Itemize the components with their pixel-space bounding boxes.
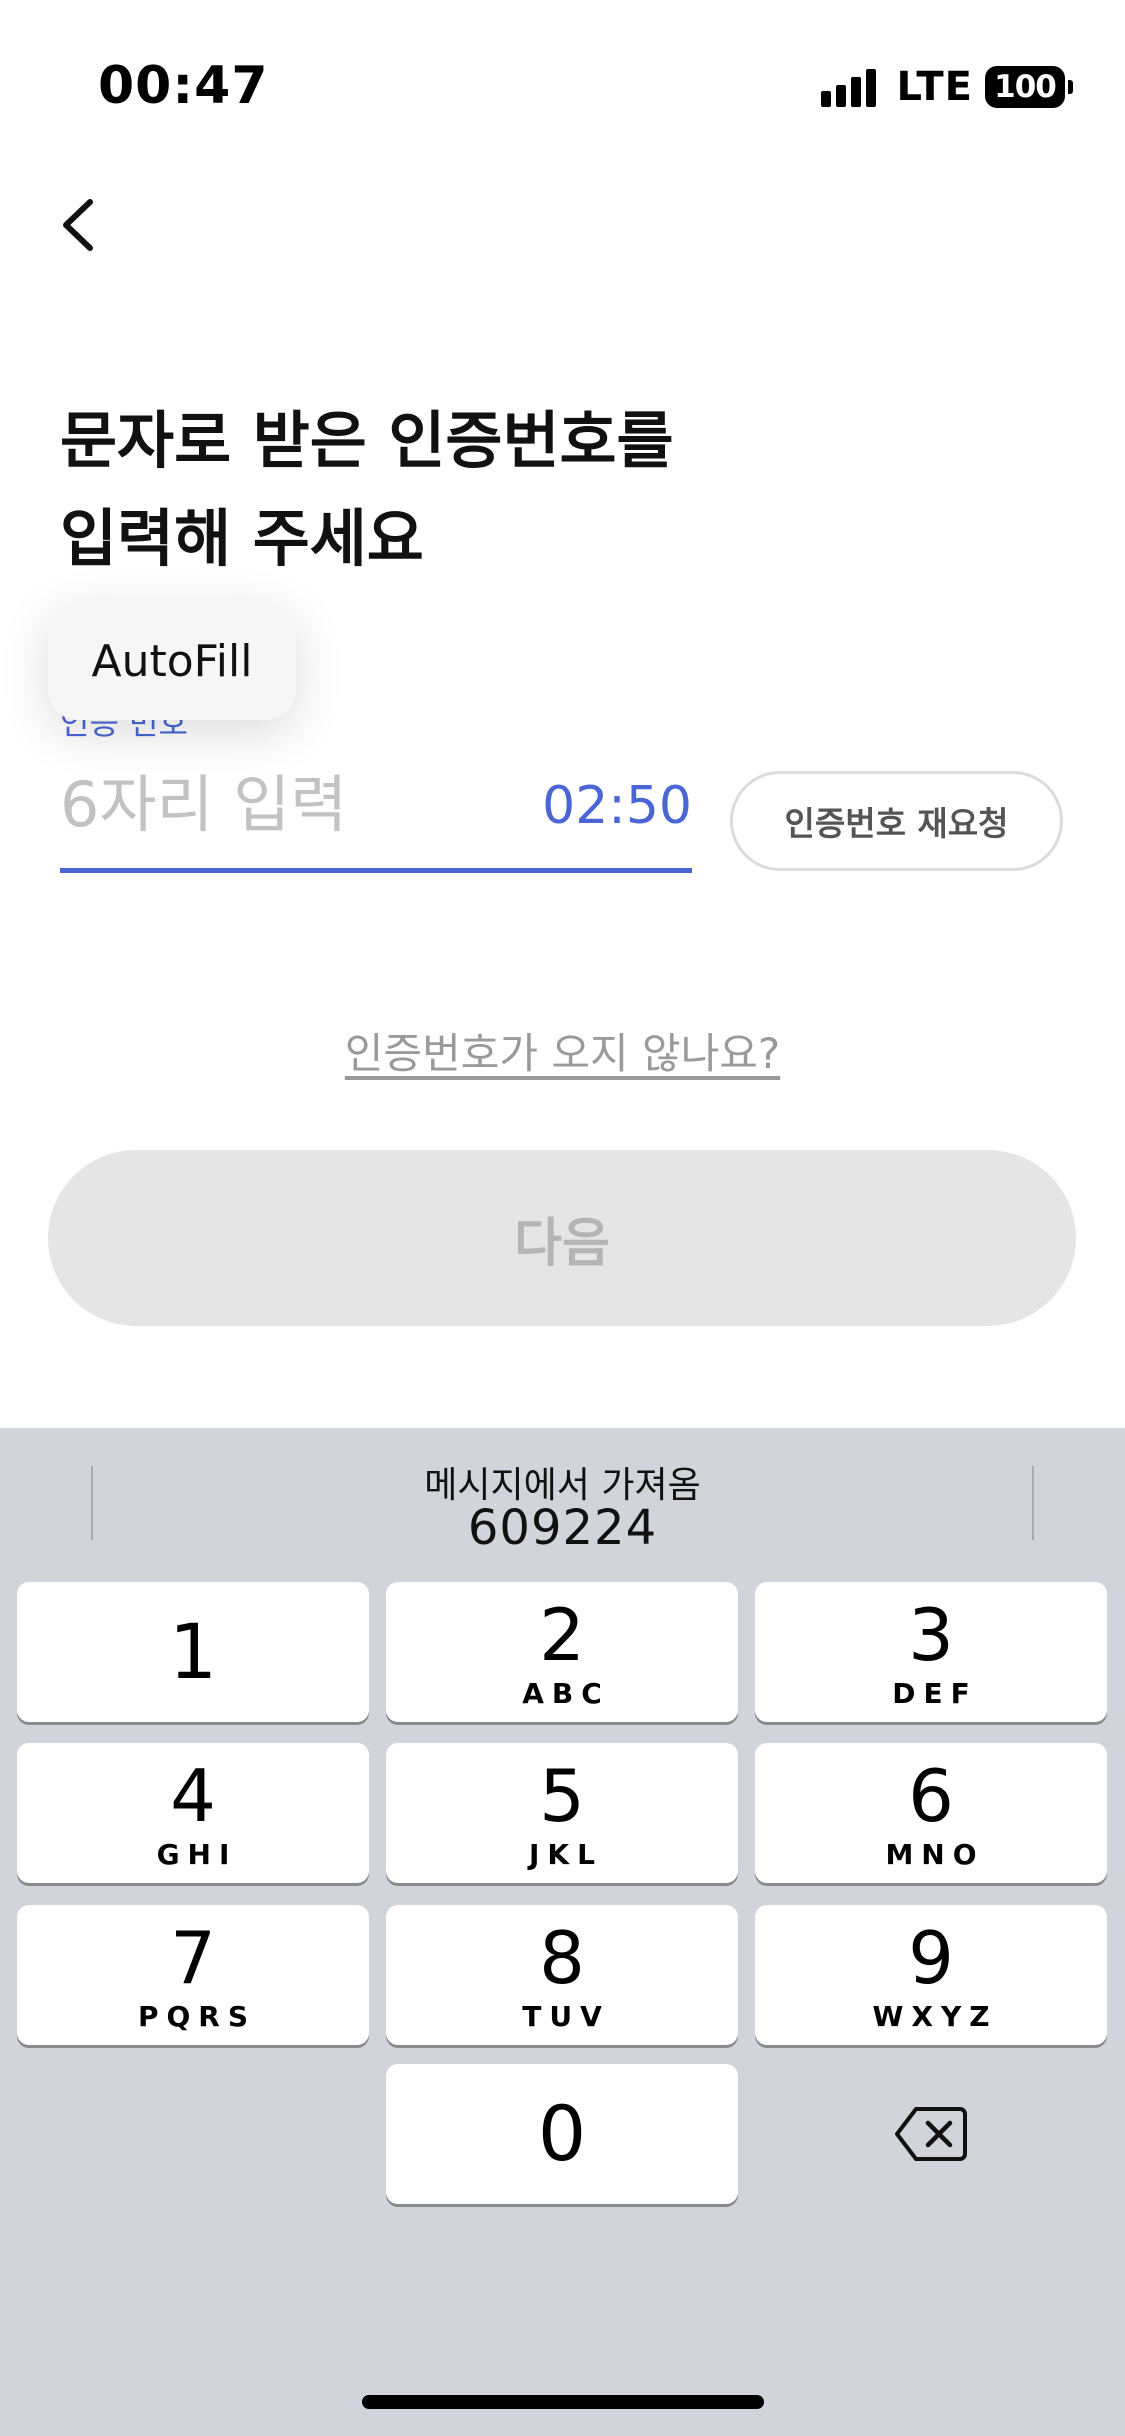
key-0[interactable]: 0	[386, 2064, 738, 2204]
status-indicators: LTE 100	[820, 62, 1073, 112]
key-digit: 1	[168, 1607, 218, 1696]
status-time: 00:47	[98, 56, 269, 116]
key-letters: JKL	[529, 1838, 603, 1871]
resend-code-button[interactable]: 인증번호 재요청	[730, 771, 1063, 871]
countdown-timer: 02:50	[542, 776, 692, 836]
key-3[interactable]: 3 DEF	[755, 1582, 1107, 1722]
verification-code-input[interactable]	[60, 762, 540, 846]
key-letters: WXYZ	[872, 2000, 998, 2033]
back-button[interactable]	[52, 190, 116, 260]
battery-level: 100	[994, 69, 1057, 105]
key-4[interactable]: 4 GHI	[17, 1743, 369, 1883]
key-letters: GHI	[156, 1838, 238, 1871]
key-letters: TUV	[522, 2000, 610, 2033]
key-5[interactable]: 5 JKL	[386, 1743, 738, 1883]
home-indicator	[362, 2395, 764, 2409]
key-9[interactable]: 9 WXYZ	[755, 1905, 1107, 2045]
page-title-line-2: 입력해 주세요	[60, 502, 424, 575]
next-button[interactable]: 다음	[48, 1150, 1076, 1326]
suggestion-divider	[1032, 1466, 1034, 1540]
autofill-popup[interactable]: AutoFill	[48, 602, 296, 720]
key-digit: 7	[170, 1916, 216, 2000]
key-digit: 4	[170, 1754, 216, 1838]
key-digit: 9	[908, 1916, 954, 2000]
key-digit: 6	[908, 1754, 954, 1838]
key-letters: DEF	[892, 1677, 978, 1710]
chevron-left-icon	[63, 199, 93, 251]
key-digit: 5	[539, 1754, 585, 1838]
key-digit: 2	[539, 1593, 585, 1677]
key-digit: 3	[908, 1593, 954, 1677]
battery-icon: 100	[985, 66, 1073, 108]
network-type: LTE	[896, 64, 973, 110]
key-1[interactable]: 1	[17, 1582, 369, 1722]
key-8[interactable]: 8 TUV	[386, 1905, 738, 2045]
key-letters: MNO	[885, 1838, 985, 1871]
code-not-received-link[interactable]: 인증번호가 오지 않나요?	[0, 1020, 1125, 1081]
key-digit: 8	[539, 1916, 585, 2000]
key-letters: PQRS	[137, 2000, 257, 2033]
otp-suggestion[interactable]: 메시지에서 가져옴 609224	[0, 1428, 1125, 1578]
key-digit: 0	[537, 2089, 587, 2178]
backspace-icon	[895, 2107, 967, 2161]
page-title-line-1: 문자로 받은 인증번호를	[60, 404, 674, 477]
input-underline	[60, 868, 692, 873]
key-6[interactable]: 6 MNO	[755, 1743, 1107, 1883]
suggestion-code: 609224	[467, 1500, 658, 1556]
delete-key[interactable]	[755, 2064, 1107, 2204]
key-letters: ABC	[522, 1677, 610, 1710]
signal-icon	[820, 67, 881, 107]
key-2[interactable]: 2 ABC	[386, 1582, 738, 1722]
page-title: 문자로 받은 인증번호를 입력해 주세요	[60, 392, 1060, 588]
numeric-keyboard: 메시지에서 가져옴 609224 1 2 ABC 3 DEF 4 GHI 5 J…	[0, 1428, 1125, 2436]
key-7[interactable]: 7 PQRS	[17, 1905, 369, 2045]
